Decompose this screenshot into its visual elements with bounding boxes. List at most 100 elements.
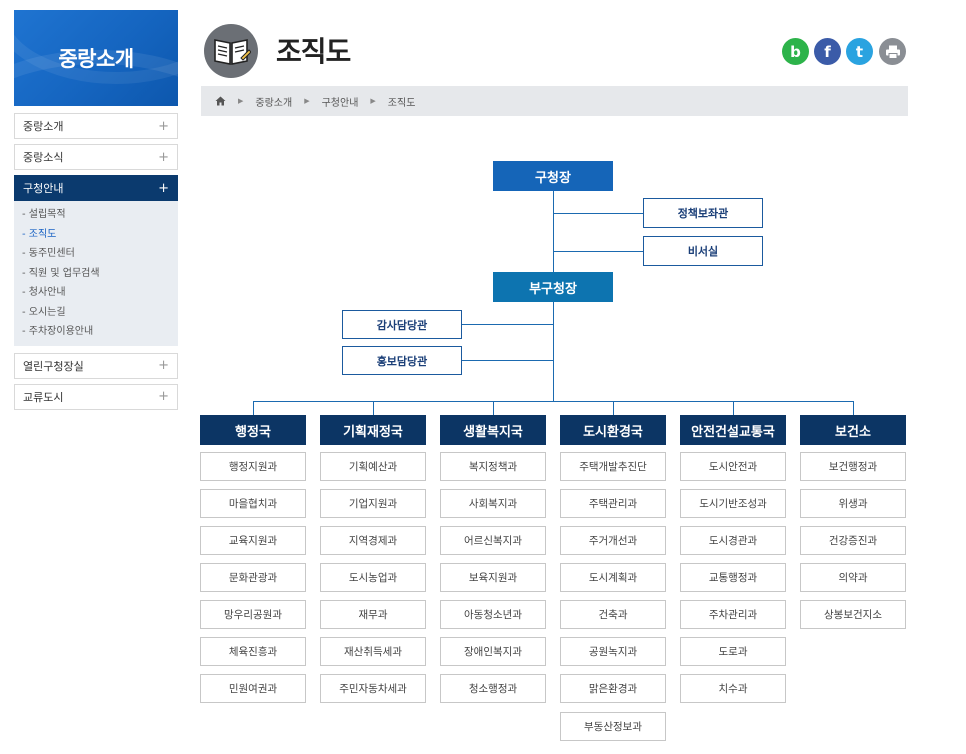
unit-box[interactable]: 상봉보건지소 xyxy=(800,600,906,629)
unit-box[interactable]: 도시계획과 xyxy=(560,563,666,592)
unit-box[interactable]: 도시농업과 xyxy=(320,563,426,592)
sidebar-item-label: 중랑소식 xyxy=(23,151,64,164)
submenu-item-directions[interactable]: - 오시는길 xyxy=(22,303,170,323)
unit-box[interactable]: 재무과 xyxy=(320,600,426,629)
unit-box[interactable]: 주택관리과 xyxy=(560,489,666,518)
unit-box[interactable]: 부동산정보과 xyxy=(560,712,666,741)
sidebar-submenu: - 설립목적 - 조직도 - 동주민센터 - 직원 및 업무검색 - 청사안내 … xyxy=(14,201,178,346)
plus-icon: + xyxy=(158,118,169,134)
unit-box[interactable]: 주차관리과 xyxy=(680,600,786,629)
sidebar-item-mayor-office[interactable]: 열린구청장실 + xyxy=(14,352,178,379)
sidebar-item-label: 구청안내 xyxy=(23,182,64,195)
unit-box[interactable]: 지역경제과 xyxy=(320,526,426,555)
submenu-item-parking[interactable]: - 주차장이용안내 xyxy=(22,322,170,342)
band-share-button[interactable]: b xyxy=(782,38,809,65)
dept-head-administration[interactable]: 행정국 xyxy=(200,415,306,445)
unit-box[interactable]: 망우리공원과 xyxy=(200,600,306,629)
book-icon xyxy=(204,24,258,78)
unit-box[interactable]: 마을협치과 xyxy=(200,489,306,518)
unit-box[interactable]: 맑은환경과 xyxy=(560,674,666,703)
submenu-item-org-chart[interactable]: - 조직도 xyxy=(22,225,170,245)
unit-box[interactable]: 기업지원과 xyxy=(320,489,426,518)
dept-head-urban-environment[interactable]: 도시환경국 xyxy=(560,415,666,445)
connector-line xyxy=(461,360,553,361)
dept-head-planning-finance[interactable]: 기획재정국 xyxy=(320,415,426,445)
unit-box[interactable]: 도시경관과 xyxy=(680,526,786,555)
unit-box[interactable]: 어르신복지과 xyxy=(440,526,546,555)
policy-advisor-box[interactable]: 정책보좌관 xyxy=(643,198,763,228)
sidebar-item-label: 중랑소개 xyxy=(23,120,64,133)
unit-box[interactable]: 치수과 xyxy=(680,674,786,703)
sidebar-item-label: 교류도시 xyxy=(23,390,64,404)
plus-icon: + xyxy=(158,358,169,373)
unit-box[interactable]: 공원녹지과 xyxy=(560,637,666,666)
unit-box[interactable]: 민원여권과 xyxy=(200,674,306,703)
dept-head-health-center[interactable]: 보건소 xyxy=(800,415,906,445)
print-button[interactable] xyxy=(879,38,906,65)
pr-officer-box[interactable]: 홍보담당관 xyxy=(342,346,462,375)
sidebar: 중랑소개 중랑소개 + 중랑소식 + 구청안내 + - 설립목적 - 조직도 -… xyxy=(14,10,178,415)
unit-box[interactable]: 사회복지과 xyxy=(440,489,546,518)
secretary-box[interactable]: 비서실 xyxy=(643,236,763,266)
submenu-item-staff-search[interactable]: - 직원 및 업무검색 xyxy=(22,264,170,284)
unit-box[interactable]: 문화관광과 xyxy=(200,563,306,592)
plus-icon: + xyxy=(158,389,169,404)
breadcrumb-item-org-chart[interactable]: 조직도 xyxy=(388,94,416,109)
unit-box[interactable]: 주거개선과 xyxy=(560,526,666,555)
facebook-share-button[interactable]: f xyxy=(814,38,841,65)
unit-box[interactable]: 도시기반조성과 xyxy=(680,489,786,518)
unit-box[interactable]: 재산취득세과 xyxy=(320,637,426,666)
submenu-item-community-center[interactable]: - 동주민센터 xyxy=(22,244,170,264)
breadcrumb-separator-icon: ▶ xyxy=(238,97,244,105)
unit-box[interactable]: 교육지원과 xyxy=(200,526,306,555)
page-title: 조직도 xyxy=(276,35,351,68)
sidebar-item-office-guide[interactable]: 구청안내 + xyxy=(14,175,178,201)
plus-icon: + xyxy=(158,149,169,165)
unit-box[interactable]: 장애인복지과 xyxy=(440,637,546,666)
unit-box[interactable]: 도시안전과 xyxy=(680,452,786,481)
unit-box[interactable]: 복지정책과 xyxy=(440,452,546,481)
connector-line xyxy=(733,401,734,416)
unit-box[interactable]: 보육지원과 xyxy=(440,563,546,592)
unit-box[interactable]: 행정지원과 xyxy=(200,452,306,481)
connector-line xyxy=(853,401,854,416)
unit-box[interactable]: 주택개발추진단 xyxy=(560,452,666,481)
home-icon[interactable] xyxy=(215,96,226,106)
breadcrumb-item-office-guide[interactable]: 구청안내 xyxy=(322,94,359,109)
twitter-share-button[interactable]: t xyxy=(846,38,873,65)
dept-head-safety-construction[interactable]: 안전건설교통국 xyxy=(680,415,786,445)
unit-box[interactable]: 건축과 xyxy=(560,600,666,629)
audit-officer-box[interactable]: 감사담당관 xyxy=(342,310,462,339)
connector-line xyxy=(553,213,644,214)
sidebar-menu: 중랑소개 + 중랑소식 + 구청안내 + - 설립목적 - 조직도 - 동주민센… xyxy=(14,113,178,410)
unit-box[interactable]: 아동청소년과 xyxy=(440,600,546,629)
mayor-box[interactable]: 구청장 xyxy=(493,161,613,191)
deputy-mayor-box[interactable]: 부구청장 xyxy=(493,272,613,302)
submenu-item-building-guide[interactable]: - 청사안내 xyxy=(22,283,170,303)
unit-box[interactable]: 교통행정과 xyxy=(680,563,786,592)
submenu-item-purpose[interactable]: - 설립목적 xyxy=(22,205,170,225)
unit-box[interactable]: 체육진흥과 xyxy=(200,637,306,666)
connector-line xyxy=(613,401,614,416)
unit-box[interactable]: 청소행정과 xyxy=(440,674,546,703)
unit-box[interactable]: 기획예산과 xyxy=(320,452,426,481)
breadcrumb-separator-icon: ▶ xyxy=(304,97,310,105)
connector-line xyxy=(253,401,254,416)
sidebar-banner: 중랑소개 xyxy=(14,10,178,106)
plus-icon: + xyxy=(158,180,169,196)
breadcrumb: ▶ 중랑소개 ▶ 구청안내 ▶ 조직도 xyxy=(201,86,908,116)
unit-box[interactable]: 의약과 xyxy=(800,563,906,592)
connector-line xyxy=(253,401,854,402)
unit-box[interactable]: 보건행정과 xyxy=(800,452,906,481)
unit-box[interactable]: 위생과 xyxy=(800,489,906,518)
unit-box[interactable]: 도로과 xyxy=(680,637,786,666)
sidebar-item-sister-cities[interactable]: 교류도시 + xyxy=(14,383,178,410)
sidebar-item-intro[interactable]: 중랑소개 + xyxy=(14,113,178,139)
unit-box[interactable]: 주민자동차세과 xyxy=(320,674,426,703)
dept-head-welfare[interactable]: 생활복지국 xyxy=(440,415,546,445)
unit-box[interactable]: 건강증진과 xyxy=(800,526,906,555)
connector-line xyxy=(493,401,494,416)
sidebar-item-news[interactable]: 중랑소식 + xyxy=(14,144,178,170)
breadcrumb-item-intro[interactable]: 중랑소개 xyxy=(255,94,292,109)
print-icon xyxy=(885,45,900,59)
